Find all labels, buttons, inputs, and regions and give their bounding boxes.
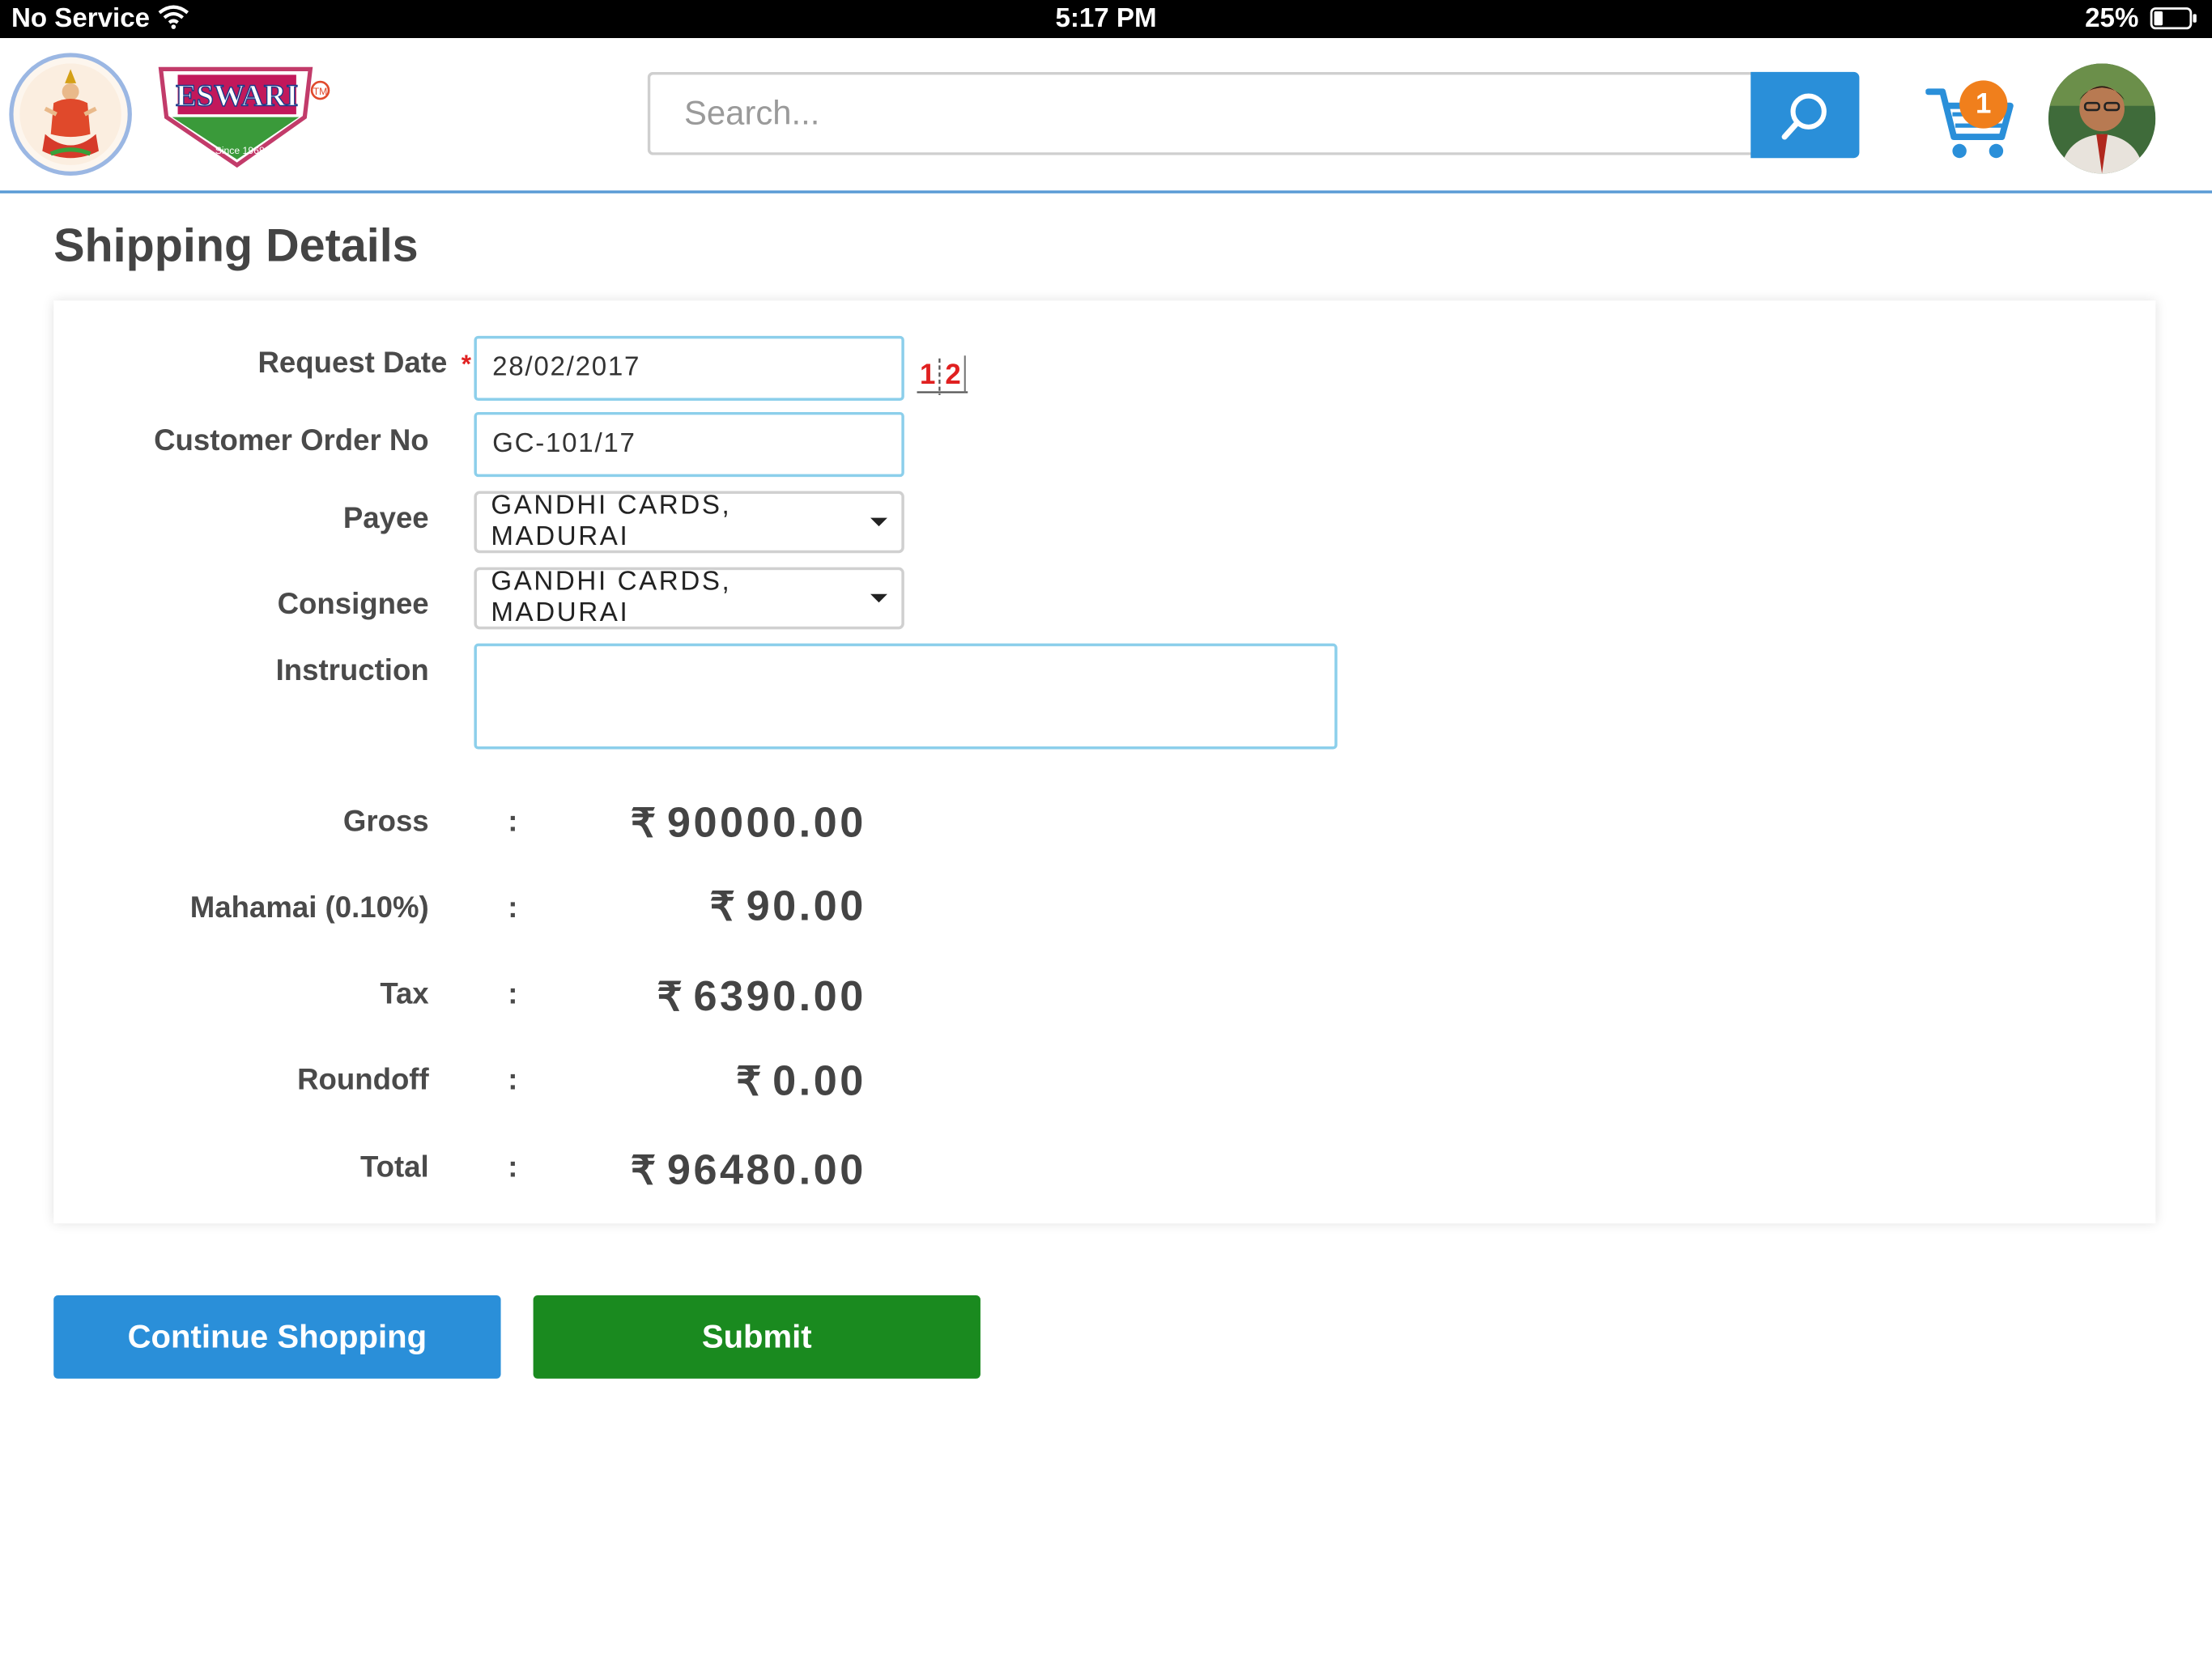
mahamai-value: 90.00	[746, 883, 866, 930]
tax-value: 6390.00	[693, 973, 866, 1021]
svg-text:TM: TM	[313, 86, 328, 97]
consignee-selected-value: GANDHI CARDS, MADURAI	[491, 567, 732, 628]
user-avatar[interactable]	[2048, 63, 2156, 174]
search-button[interactable]	[1750, 71, 1860, 159]
required-mark: *	[461, 350, 471, 379]
battery-icon	[2150, 7, 2197, 30]
shipping-form-card: Request Date* : 1 2 Customer Order No : …	[53, 300, 2156, 1224]
rupee-symbol: ₹	[630, 801, 659, 846]
instruction-field[interactable]	[474, 643, 1338, 750]
total-value: 96480.00	[666, 1147, 866, 1194]
search-icon	[1780, 92, 1827, 139]
colon: :	[508, 1064, 518, 1097]
roundoff-value: 0.00	[772, 1058, 866, 1105]
colon: :	[508, 977, 518, 1010]
search-input[interactable]	[647, 71, 1752, 155]
svg-text:2: 2	[945, 359, 960, 390]
tax-label: Tax	[380, 977, 429, 1010]
colon: :	[508, 891, 518, 925]
total-label: Total	[359, 1151, 429, 1184]
total-amount: ₹96480.00	[631, 1147, 866, 1195]
payee-selected-value: GANDHI CARDS, MADURAI	[491, 491, 732, 552]
request-date-field[interactable]	[474, 335, 904, 402]
consignee-select[interactable]: GANDHI CARDS, MADURAI	[474, 567, 904, 630]
page-title: Shipping Details	[53, 219, 419, 271]
rupee-symbol: ₹	[736, 1059, 764, 1104]
gross-value: 90000.00	[666, 800, 866, 847]
goddess-logo[interactable]	[8, 52, 132, 176]
roundoff-label: Roundoff	[297, 1064, 429, 1097]
rupee-symbol: ₹	[657, 975, 685, 1019]
calendar-icon[interactable]: 1 2	[914, 350, 973, 397]
payee-label: Payee	[342, 502, 429, 535]
submit-button[interactable]: Submit	[533, 1295, 981, 1379]
customer-order-no-label: Customer Order No	[154, 424, 429, 457]
instruction-label: Instruction	[275, 654, 429, 687]
calendar-icon-text: 1	[920, 359, 935, 390]
roundoff-amount: ₹0.00	[736, 1058, 866, 1106]
clock: 5:17 PM	[1055, 4, 1157, 34]
status-bar: No Service 5:17 PM 25%	[0, 0, 2212, 39]
mahamai-amount: ₹90.00	[710, 883, 866, 931]
continue-shopping-button[interactable]: Continue Shopping	[53, 1295, 501, 1379]
request-date-label: Request Date *	[53, 347, 471, 381]
battery-percent: 25%	[2085, 4, 2139, 34]
eswari-brand-logo[interactable]: ESWARI Since 1968 TM	[152, 61, 333, 171]
colon: :	[508, 806, 518, 839]
app-header: ESWARI Since 1968 TM 1	[0, 38, 2212, 193]
consignee-label: Consignee	[277, 588, 429, 621]
tax-amount: ₹6390.00	[657, 974, 866, 1022]
brand-logo-since: Since 1968	[215, 145, 265, 156]
rupee-symbol: ₹	[630, 1148, 659, 1192]
rupee-symbol: ₹	[709, 884, 738, 929]
mahamai-label: Mahamai (0.10%)	[189, 891, 429, 925]
brand-logo-text: ESWARI	[176, 79, 298, 113]
request-date-label-text: Request Date	[257, 346, 448, 380]
cart-count-badge[interactable]: 1	[1959, 80, 2008, 129]
chevron-down-icon	[870, 593, 887, 603]
gross-label: Gross	[342, 806, 429, 839]
customer-order-no-field[interactable]	[474, 411, 904, 478]
gross-amount: ₹90000.00	[631, 800, 866, 848]
payee-select[interactable]: GANDHI CARDS, MADURAI	[474, 491, 904, 554]
chevron-down-icon	[870, 517, 887, 527]
colon: :	[508, 1151, 518, 1184]
